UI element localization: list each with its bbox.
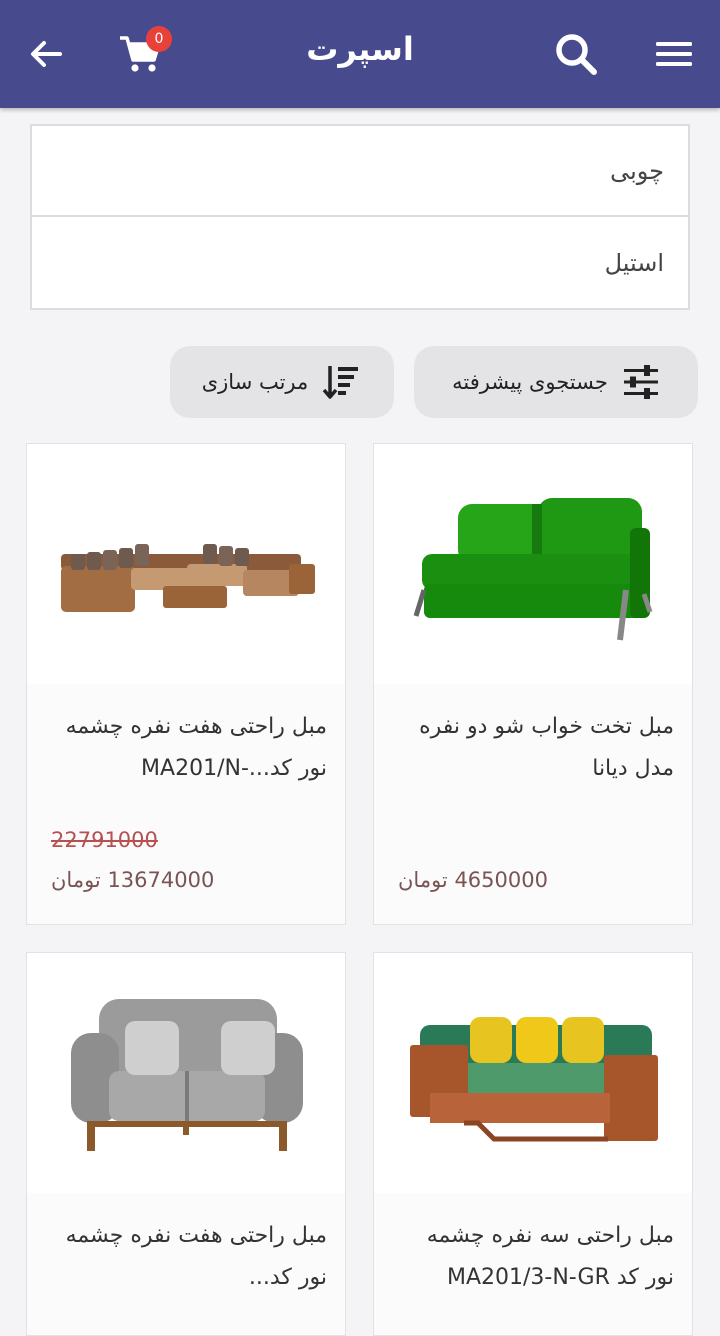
sort-button[interactable]: مرتب سازی — [170, 346, 394, 418]
sort-icon — [322, 366, 359, 399]
product-old-price: 22791000 — [51, 828, 158, 852]
filter-item-steel[interactable]: استیل — [32, 218, 688, 309]
search-icon — [556, 34, 597, 75]
product-info: مبل راحتی سه نفره چشمه نور کد MA201/3-N-… — [374, 1193, 692, 1335]
product-card[interactable]: مبل تخت خواب شو دو نفره مدل دیانا 465000… — [373, 443, 693, 925]
product-name: مبل راحتی هفت نفره چشمه نور کد... — [65, 1223, 327, 1290]
product-image — [27, 953, 345, 1193]
product-price: 4650000 تومان — [398, 868, 548, 892]
product-name: مبل راحتی هفت نفره چشمه نور کد...-MA201/… — [65, 714, 327, 781]
product-card[interactable]: مبل راحتی هفت نفره چشمه نور کد... — [26, 952, 346, 1336]
product-card[interactable]: مبل راحتی هفت نفره چشمه نور کد...-MA201/… — [26, 443, 346, 925]
product-info: مبل راحتی هفت نفره چشمه نور کد... — [27, 1193, 345, 1335]
menu-button[interactable] — [642, 22, 706, 86]
product-image — [374, 953, 692, 1193]
page-title: اسپرت — [306, 30, 414, 68]
product-card[interactable]: مبل راحتی سه نفره چشمه نور کد MA201/3-N-… — [373, 952, 693, 1336]
product-info: مبل راحتی هفت نفره چشمه نور کد...-MA201/… — [27, 684, 345, 924]
filter-item-wooden[interactable]: چوبی — [32, 126, 688, 217]
advanced-search-label: جستجوی پیشرفته — [452, 370, 608, 394]
search-button[interactable] — [544, 22, 608, 86]
sort-label: مرتب سازی — [201, 370, 309, 394]
app-bar: 0 اسپرت — [0, 0, 720, 108]
product-image — [27, 444, 345, 684]
product-price: 13674000 تومان — [51, 868, 215, 892]
sliders-icon — [623, 365, 658, 399]
product-name: مبل تخت خواب شو دو نفره مدل دیانا — [419, 714, 674, 781]
product-image — [374, 444, 692, 684]
product-info: مبل تخت خواب شو دو نفره مدل دیانا 465000… — [374, 684, 692, 924]
hamburger-menu-icon — [656, 42, 692, 66]
product-name: مبل راحتی سه نفره چشمه نور کد MA201/3-N-… — [426, 1223, 674, 1290]
selected-filters-list: چوبی استیل — [30, 124, 690, 310]
advanced-search-button[interactable]: جستجوی پیشرفته — [414, 346, 698, 418]
